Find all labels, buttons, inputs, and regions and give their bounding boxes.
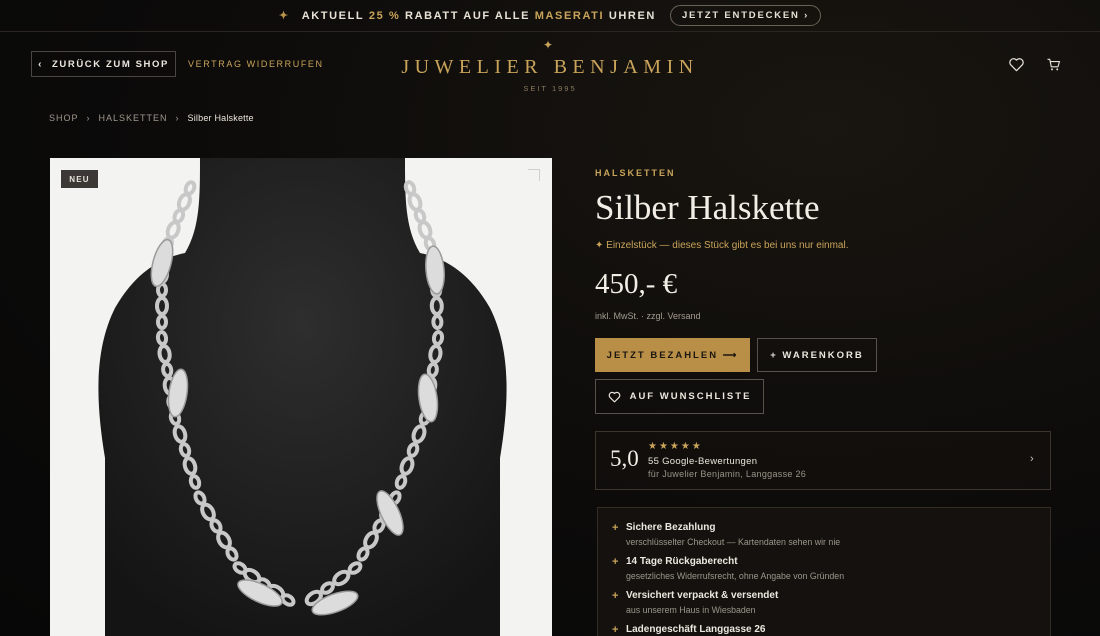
product-category[interactable]: HALSKETTEN — [595, 168, 676, 178]
heart-icon — [608, 391, 620, 402]
back-to-shop-button[interactable]: ‹ ZURÜCK ZUM SHOP — [31, 51, 176, 77]
plus-icon: + — [612, 624, 619, 636]
google-review-card[interactable]: 5,0 ★★★★★ 55 Google-Bewertungen für Juwe… — [595, 431, 1051, 490]
cart-icon[interactable] — [1046, 57, 1061, 72]
promo-cta-button[interactable]: JETZT ENTDECKEN › — [669, 5, 822, 26]
plus-icon: + — [612, 590, 619, 602]
promo-prefix: AKTUELL — [301, 9, 365, 22]
breadcrumb-halsketten[interactable]: HALSKETTEN — [99, 113, 168, 123]
sparkle-icon: ✦ — [278, 10, 290, 22]
trust-desc: verschlüsselter Checkout — Kartendaten s… — [626, 537, 841, 547]
product-price: 450,- € — [595, 268, 678, 300]
brand-logo[interactable]: JUWELIER BENJAMIN — [370, 56, 730, 79]
logo-star-icon: ✦ — [543, 38, 554, 52]
promo-discount: 25 % — [368, 9, 401, 22]
product-image[interactable] — [50, 158, 552, 636]
trust-title: Versichert verpackt & versendet — [626, 590, 779, 601]
withdraw-contract-link[interactable]: VERTRAG WIDERRUFEN — [188, 59, 324, 69]
zoom-corner-icon[interactable] — [528, 169, 540, 181]
promo-bar: ✦ AKTUELL 25 % RABATT AUF ALLE MASERATI … — [0, 0, 1100, 32]
heart-icon[interactable] — [1008, 57, 1025, 72]
brand-since: SEIT 1995 — [523, 84, 577, 93]
breadcrumb-current: Silber Halskette — [187, 113, 254, 123]
trust-title: Ladengeschäft Langgasse 26 — [626, 624, 766, 635]
chevron-left-icon: ‹ — [38, 58, 44, 70]
promo-middle: RABATT AUF ALLE — [405, 9, 531, 22]
wishlist-label: AUF WUNSCHLISTE — [629, 391, 752, 402]
promo-suffix: UHREN — [608, 9, 656, 22]
necklace-photo — [98, 158, 507, 636]
breadcrumb-shop[interactable]: SHOP — [49, 113, 79, 123]
breadcrumb-separator: › — [86, 113, 91, 123]
promo-brand: MASERATI — [534, 9, 605, 22]
pay-now-button[interactable]: JETZT BEZAHLEN ⟶ — [595, 338, 750, 372]
chevron-right-icon: › — [1030, 453, 1034, 465]
review-score: 5,0 — [610, 446, 639, 471]
trust-desc: gesetzliches Widerrufsrecht, ohne Angabe… — [626, 571, 845, 581]
breadcrumb-separator: › — [175, 113, 180, 123]
breadcrumb: SHOP › HALSKETTEN › Silber Halskette — [49, 113, 254, 123]
review-count: 55 Google-Bewertungen — [648, 456, 758, 467]
trust-features: + Sichere Bezahlung verschlüsselter Chec… — [597, 507, 1051, 636]
plus-icon: + — [612, 522, 619, 534]
new-badge: NEU — [61, 170, 98, 188]
star-rating-icon: ★★★★★ — [648, 441, 703, 452]
plus-icon: + — [612, 556, 619, 568]
tax-note: inkl. MwSt. · zzgl. Versand — [595, 311, 701, 321]
trust-title: Sichere Bezahlung — [626, 522, 716, 533]
trust-title: 14 Tage Rückgaberecht — [626, 556, 738, 567]
review-location: für Juwelier Benjamin, Langgasse 26 — [648, 469, 807, 479]
add-to-wishlist-button[interactable]: AUF WUNSCHLISTE — [595, 379, 764, 414]
back-to-shop-label: ZURÜCK ZUM SHOP — [52, 58, 169, 70]
add-to-cart-button[interactable]: + WARENKORB — [757, 338, 877, 372]
unique-note: ✦ Einzelstück — dieses Stück gibt es bei… — [595, 240, 849, 251]
product-title: Silber Halskette — [595, 188, 820, 227]
trust-desc: aus unserem Haus in Wiesbaden — [626, 605, 756, 615]
